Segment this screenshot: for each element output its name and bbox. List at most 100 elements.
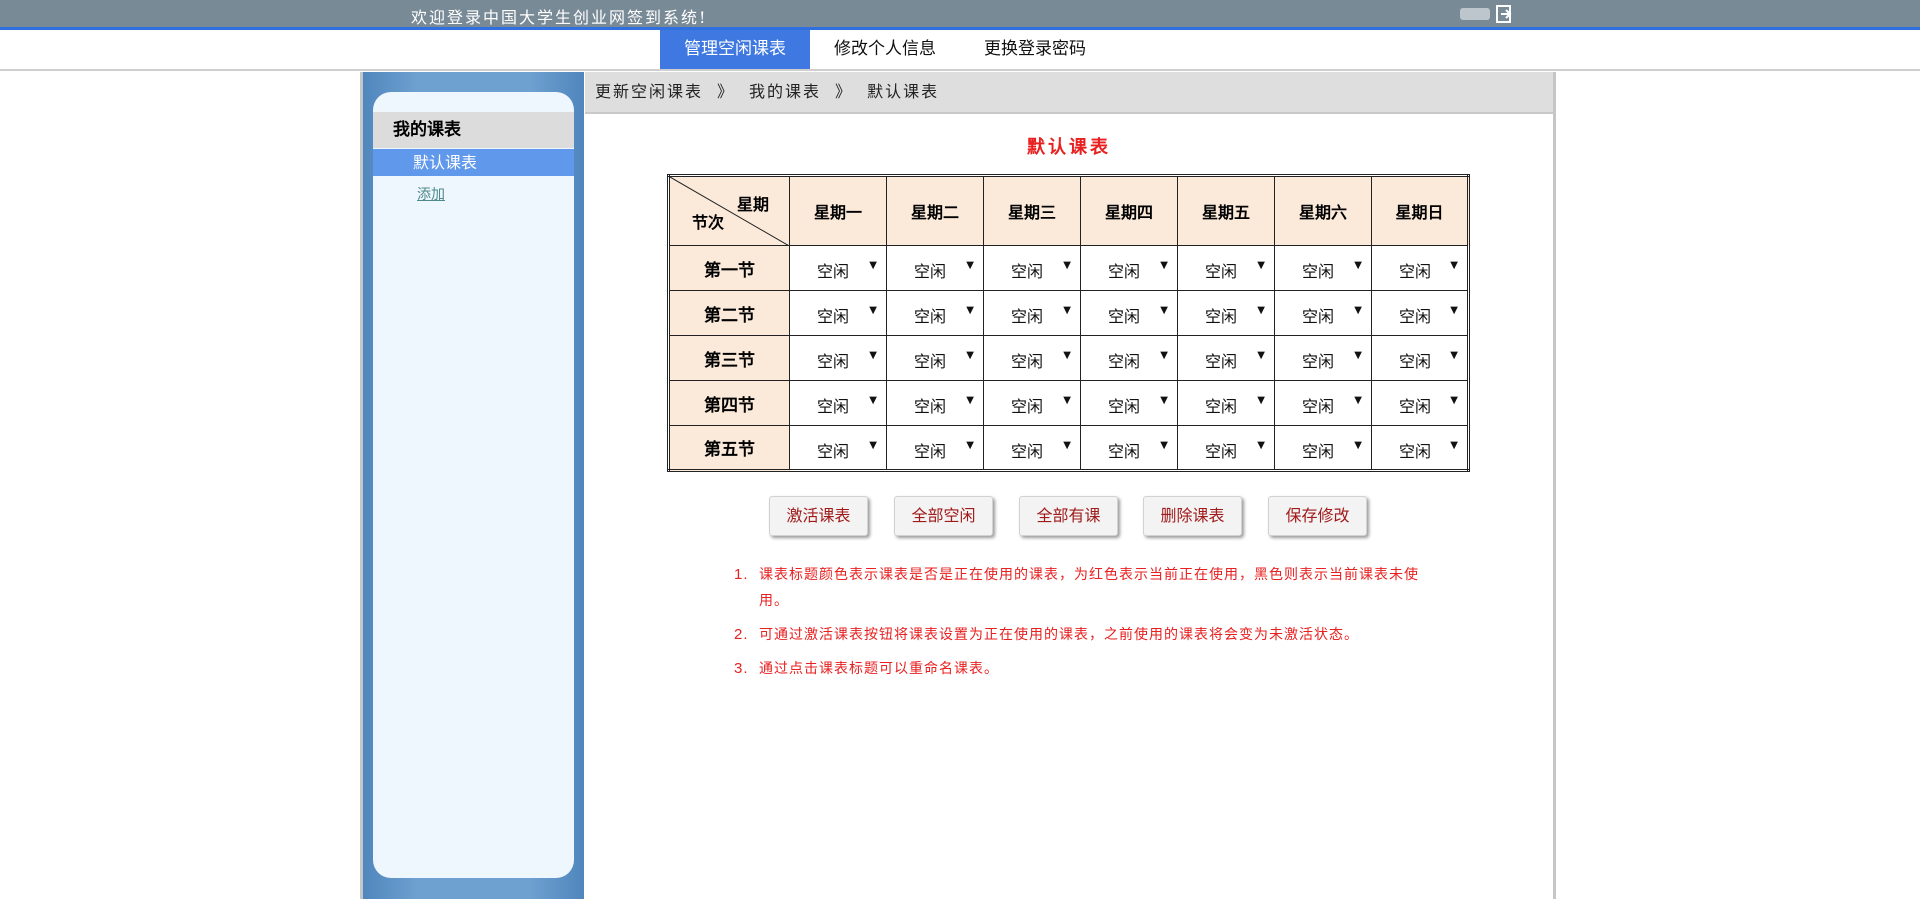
breadcrumb-item[interactable]: 我的课表 [749, 82, 821, 101]
delete-schedule-button[interactable]: 删除课表 [1143, 496, 1242, 536]
availability-select[interactable]: 空闲 ▼ [887, 426, 983, 469]
availability-value: 空闲 [1108, 442, 1141, 461]
availability-select[interactable]: 空闲 ▼ [1081, 291, 1177, 335]
tab-edit-profile[interactable]: 修改个人信息 [813, 30, 957, 69]
dropdown-arrow-icon: ▼ [1257, 440, 1265, 451]
availability-select[interactable]: 空闲 ▼ [1178, 291, 1274, 335]
user-avatar[interactable] [1460, 8, 1490, 20]
availability-select[interactable]: 空闲 ▼ [1372, 336, 1467, 380]
schedule-cell: 空闲 ▼ [983, 290, 1081, 336]
period-label: 第二节 [668, 290, 790, 336]
availability-select[interactable]: 空闲 ▼ [984, 336, 1080, 380]
availability-value: 空闲 [1205, 262, 1238, 281]
sidebar: 我的课表 默认课表 添加 [363, 72, 584, 899]
availability-value: 空闲 [817, 442, 850, 461]
availability-select[interactable]: 空闲 ▼ [790, 426, 886, 469]
sidebar-item-default-schedule[interactable]: 默认课表 [373, 149, 574, 176]
availability-select[interactable]: 空闲 ▼ [984, 246, 1080, 290]
schedule-cell: 空闲 ▼ [1274, 425, 1372, 471]
dropdown-arrow-icon: ▼ [1257, 305, 1265, 316]
availability-value: 空闲 [1205, 352, 1238, 371]
availability-select[interactable]: 空闲 ▼ [887, 336, 983, 380]
availability-value: 空闲 [914, 262, 947, 281]
dropdown-arrow-icon: ▼ [1354, 440, 1362, 451]
availability-select[interactable]: 空闲 ▼ [1275, 426, 1371, 469]
welcome-text: 欢迎登录中国大学生创业网签到系统! [411, 8, 708, 27]
availability-select[interactable]: 空闲 ▼ [1275, 291, 1371, 335]
schedule-cell: 空闲 ▼ [1371, 380, 1469, 426]
tab-change-password[interactable]: 更换登录密码 [966, 30, 1104, 69]
availability-select[interactable]: 空闲 ▼ [984, 291, 1080, 335]
dropdown-arrow-icon: ▼ [1257, 395, 1265, 406]
dropdown-arrow-icon: ▼ [1450, 260, 1458, 271]
availability-select[interactable]: 空闲 ▼ [790, 291, 886, 335]
schedule-cell: 空闲 ▼ [1177, 245, 1275, 291]
schedule-cell: 空闲 ▼ [1177, 380, 1275, 426]
availability-value: 空闲 [1108, 352, 1141, 371]
dropdown-arrow-icon: ▼ [966, 305, 974, 316]
corner-weekday-label: 星期 [736, 195, 769, 214]
availability-select[interactable]: 空闲 ▼ [790, 381, 886, 425]
table-corner-header: 星期 节次 [668, 175, 790, 246]
set-all-busy-button[interactable]: 全部有课 [1019, 496, 1118, 536]
availability-select[interactable]: 空闲 ▼ [790, 246, 886, 290]
availability-select[interactable]: 空闲 ▼ [1081, 246, 1177, 290]
schedule-cell: 空闲 ▼ [789, 245, 887, 291]
period-label: 第一节 [668, 245, 790, 291]
sidebar-item-add[interactable]: 添加 [417, 184, 445, 204]
table-row: 第一节 空闲 ▼ 空闲 ▼ 空闲 ▼ 空闲 ▼ 空闲 ▼ 空闲 ▼ 空闲 ▼ [668, 245, 1469, 291]
availability-value: 空闲 [1302, 352, 1335, 371]
availability-select[interactable]: 空闲 ▼ [887, 291, 983, 335]
day-header: 星期四 [1080, 175, 1178, 246]
dropdown-arrow-icon: ▼ [869, 305, 877, 316]
dropdown-arrow-icon: ▼ [869, 395, 877, 406]
availability-value: 空闲 [1108, 307, 1141, 326]
availability-select[interactable]: 空闲 ▼ [1372, 381, 1467, 425]
availability-select[interactable]: 空闲 ▼ [1275, 381, 1371, 425]
dropdown-arrow-icon: ▼ [1450, 305, 1458, 316]
availability-value: 空闲 [1302, 442, 1335, 461]
availability-select[interactable]: 空闲 ▼ [1081, 336, 1177, 380]
availability-select[interactable]: 空闲 ▼ [1275, 336, 1371, 380]
save-changes-button[interactable]: 保存修改 [1268, 496, 1367, 536]
availability-select[interactable]: 空闲 ▼ [1081, 426, 1177, 469]
availability-select[interactable]: 空闲 ▼ [1178, 426, 1274, 469]
availability-value: 空闲 [817, 397, 850, 416]
availability-value: 空闲 [817, 262, 850, 281]
availability-select[interactable]: 空闲 ▼ [1081, 381, 1177, 425]
period-label: 第五节 [668, 425, 790, 471]
availability-select[interactable]: 空闲 ▼ [1178, 246, 1274, 290]
availability-select[interactable]: 空闲 ▼ [1275, 246, 1371, 290]
dropdown-arrow-icon: ▼ [1450, 395, 1458, 406]
schedule-cell: 空闲 ▼ [1274, 335, 1372, 381]
availability-value: 空闲 [1302, 307, 1335, 326]
availability-select[interactable]: 空闲 ▼ [1178, 381, 1274, 425]
schedule-cell: 空闲 ▼ [983, 335, 1081, 381]
breadcrumb-item[interactable]: 更新空闲课表 [595, 82, 703, 101]
schedule-cell: 空闲 ▼ [886, 245, 984, 291]
main-nav: 管理空闲课表 修改个人信息 更换登录密码 [0, 30, 1920, 71]
activate-schedule-button[interactable]: 激活课表 [769, 496, 868, 536]
note-item: 1. 课表标题颜色表示课表是否是正在使用的课表，为红色表示当前正在使用，黑色则表示… [734, 566, 1419, 609]
schedule-cell: 空闲 ▼ [1080, 290, 1178, 336]
tab-manage-schedule[interactable]: 管理空闲课表 [660, 30, 810, 69]
availability-select[interactable]: 空闲 ▼ [1372, 246, 1467, 290]
availability-select[interactable]: 空闲 ▼ [887, 381, 983, 425]
schedule-cell: 空闲 ▼ [1371, 335, 1469, 381]
set-all-free-button[interactable]: 全部空闲 [894, 496, 993, 536]
schedule-cell: 空闲 ▼ [886, 380, 984, 426]
availability-select[interactable]: 空闲 ▼ [790, 336, 886, 380]
breadcrumb-separator: 》 [717, 82, 736, 101]
sidebar-section-title: 我的课表 [373, 112, 574, 148]
logout-icon[interactable] [1496, 5, 1513, 23]
availability-select[interactable]: 空闲 ▼ [1178, 336, 1274, 380]
availability-select[interactable]: 空闲 ▼ [1372, 426, 1467, 469]
availability-select[interactable]: 空闲 ▼ [1372, 291, 1467, 335]
availability-select[interactable]: 空闲 ▼ [984, 381, 1080, 425]
availability-select[interactable]: 空闲 ▼ [984, 426, 1080, 469]
schedule-cell: 空闲 ▼ [983, 245, 1081, 291]
corner-period-label: 节次 [692, 213, 725, 232]
availability-select[interactable]: 空闲 ▼ [887, 246, 983, 290]
schedule-title[interactable]: 默认课表 [585, 133, 1553, 159]
dropdown-arrow-icon: ▼ [1063, 395, 1071, 406]
